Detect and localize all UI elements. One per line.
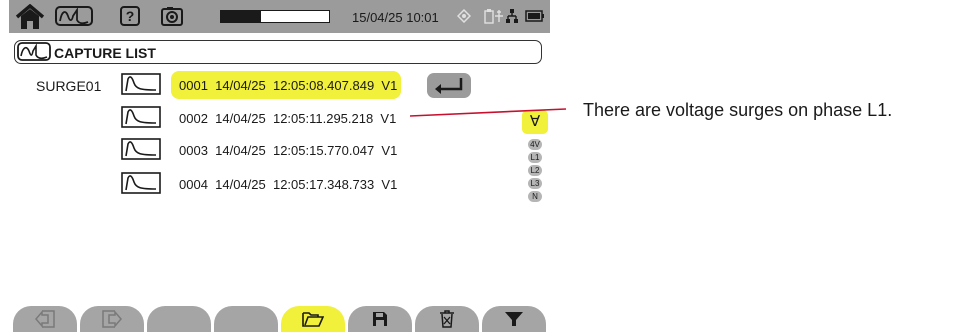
surge-waveform-icon [121,106,161,133]
storage-progress-fill [221,11,261,22]
enter-icon [435,78,463,94]
import-button[interactable] [13,306,77,332]
capture-row[interactable]: 0001 14/04/25 12:05:08.407.849 V1 [121,71,421,99]
capture-row[interactable]: 0003 14/04/25 12:05:15.770.047 V1 [121,136,421,164]
surge-waveform-icon [121,73,161,100]
empty-softkey[interactable] [147,306,211,332]
export-icon [102,309,122,329]
capture-entry-text: 0004 14/04/25 12:05:17.348.733 V1 [179,177,398,192]
filter-option-n[interactable]: N [528,191,542,202]
annotation-text: There are voltage surges on phase L1. [583,100,893,120]
network-icon [505,8,519,24]
capture-entry-text: 0001 14/04/25 12:05:08.407.849 V1 [179,78,398,93]
filter-option-l2[interactable]: L2 [528,165,542,176]
enter-button[interactable] [427,73,471,98]
callout-line [409,108,567,117]
page-title: CAPTURE LIST [54,45,156,61]
delete-button[interactable] [415,306,479,332]
camera-icon[interactable] [161,6,183,26]
capture-row[interactable]: 0002 14/04/25 12:05:11.295.218 V1 [121,104,421,132]
target-icon [457,9,471,23]
surge-waveform-icon [121,172,161,199]
bottom-button-bar [9,304,550,332]
instrument-screen: ? 15/04/25 10:01 CAPTURE LIST SURGE01 00… [9,0,550,332]
filter-option-l1[interactable]: L1 [528,152,542,163]
surge-waveform-icon [121,138,161,165]
trash-icon [440,310,454,328]
battery-icon [525,10,545,22]
export-button[interactable] [80,306,144,332]
waveform-mode-icon [17,42,51,66]
import-icon [35,309,55,329]
capture-list-title-bar: CAPTURE LIST [14,40,542,64]
filter-option-4v[interactable]: 4V [528,139,542,150]
filter-icon [505,312,523,326]
waveform-mode-icon[interactable] [55,6,93,26]
capture-entry-text: 0002 14/04/25 12:05:11.295.218 V1 [179,111,397,126]
top-status-bar: ? 15/04/25 10:01 [9,0,550,33]
save-icon [373,312,387,326]
storage-progress-bar [220,10,330,23]
capture-group-label: SURGE01 [36,78,102,94]
open-folder-icon [302,312,324,327]
open-folder-button[interactable] [281,306,345,332]
svg-text:?: ? [126,8,135,24]
capture-entry-text: 0003 14/04/25 12:05:15.770.047 V1 [179,143,398,158]
home-icon[interactable] [15,4,45,30]
datetime: 15/04/25 10:01 [352,10,439,25]
empty-softkey[interactable] [214,306,278,332]
help-icon[interactable]: ? [120,6,140,26]
filter-button[interactable] [482,306,546,332]
capture-row[interactable]: 0004 14/04/25 12:05:17.348.733 V1 [121,170,421,198]
save-button[interactable] [348,306,412,332]
filter-option-l3[interactable]: L3 [528,178,542,189]
